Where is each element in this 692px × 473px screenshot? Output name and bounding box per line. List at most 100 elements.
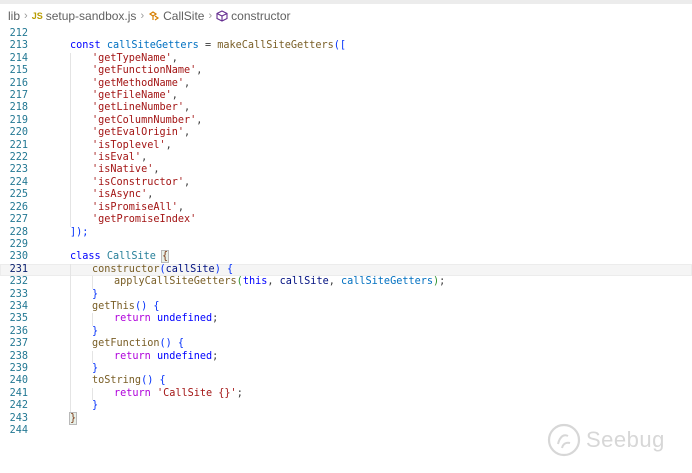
string-literal: 'CallSite {}' [156,387,237,399]
line-number: 220 [9,127,28,139]
line-number: 228 [9,226,28,238]
code-line: 237 getFunction() { [0,338,692,351]
indent-guide [70,102,71,115]
line-number: 235 [9,313,28,325]
code-line: 242} [0,400,692,413]
method-name: getFunction [92,338,160,350]
indent-guide [92,313,93,326]
string-literal: 'getMethodName' [92,77,185,89]
line-number: 242 [9,400,28,412]
code-line: 222'isEval', [0,152,692,165]
keyword: class [70,251,101,263]
code-line: 212 [0,28,692,40]
seebug-logo-icon [547,423,581,457]
code-line: 227 'getPromiseIndex' [0,214,692,227]
code-line: 220'getEvalOrigin', [0,127,692,140]
class-symbol-icon [149,11,160,21]
line-number: 227 [9,214,28,226]
line-number: 234 [9,300,28,312]
line-number: 240 [9,375,28,387]
indent-guide [70,350,71,363]
line-number: 222 [9,152,28,164]
breadcrumb-file[interactable]: JS setup-sandbox.js [32,9,137,23]
class-name: CallSite [106,251,156,263]
indent-guide [70,214,71,227]
keyword: return [114,350,151,362]
code-line: 223'isNative', [0,164,692,177]
indent-guide [70,189,71,202]
string-literal: 'getFileName' [92,90,172,102]
line-number: 213 [9,40,28,52]
code-line: 219'getColumnNumber', [0,114,692,128]
indent-guide [92,276,93,289]
line-number: 236 [9,325,28,337]
line-number: 215 [9,65,28,77]
line-number: 239 [9,362,28,374]
indent-guide [70,276,71,289]
indent-guide [70,313,71,326]
string-literal: 'isEval' [92,152,142,164]
line-number: 212 [9,28,28,39]
string-literal: 'getColumnNumber' [92,114,197,126]
string-literal: 'isToplevel' [92,139,166,151]
code-editor[interactable]: 212 213 const callSiteGetters = makeCallS… [0,28,692,473]
indent-guide [70,201,71,215]
line-number: 221 [9,139,28,151]
indent-guide [70,362,71,376]
seebug-watermark: Seebug [546,420,686,460]
chevron-right-icon: › [140,10,145,22]
line-number: 223 [9,164,28,176]
code-line: 216'getMethodName', [0,77,692,91]
line-number: 214 [9,52,28,64]
line-number: 225 [9,189,28,201]
code-line: 218'getLineNumber', [0,102,692,115]
method-name: getThis [92,300,135,312]
code-line: 230 class CallSite { [0,250,692,264]
variable: callSiteGetters [106,40,199,52]
indent-guide [70,300,71,314]
indent-guide [70,114,71,128]
keyword: const [70,40,101,52]
line-number: 237 [9,338,28,350]
punctuation: ]); [70,226,89,238]
code-line: 238 return undefined; [0,350,692,363]
code-line: 229 [0,239,692,251]
indent-guide [70,325,71,339]
keyword: return [114,313,151,325]
code-line: 221'isToplevel', [0,139,692,153]
line-number: 233 [9,288,28,300]
parameter: callSite [165,263,215,275]
indent-guide [70,375,71,388]
breadcrumb-method[interactable]: constructor [216,9,291,23]
code-line: 232 applyCallSiteGetters(this, callSite, … [0,276,692,289]
indent-guide [70,77,71,91]
string-literal: 'isAsync' [92,189,148,201]
js-file-icon: JS [31,11,43,21]
breadcrumb-class[interactable]: CallSite [148,9,204,23]
indent-guide [70,400,71,413]
line-number: 216 [9,77,28,89]
code-line: 236} [0,325,692,339]
code-line: 240 toString() { [0,375,692,388]
string-literal: 'getLineNumber' [92,102,185,114]
breadcrumb-folder[interactable]: lib [8,9,20,23]
code-line: 217'getFileName', [0,90,692,103]
string-literal: 'getFunctionName' [92,65,197,77]
line-number: 232 [9,276,28,288]
code-line: 233} [0,288,692,301]
method-name: toString [92,375,142,387]
indent-guide [70,127,71,140]
indent-guide [70,176,71,190]
code-line: 235 return undefined; [0,313,692,326]
function-call: applyCallSiteGetters [114,276,237,288]
code-line: 234 getThis() { [0,300,692,314]
code-line: 241 return 'CallSite {}'; [0,387,692,401]
code-line: 224'isConstructor', [0,176,692,190]
bracket-highlight: } [68,411,78,425]
line-number: 226 [9,201,28,213]
method-name: constructor [92,263,160,275]
string-literal: 'isPromiseAll' [92,201,178,213]
keyword: this [242,276,268,288]
operator: = [198,40,218,52]
code-line: 215'getFunctionName', [0,65,692,78]
